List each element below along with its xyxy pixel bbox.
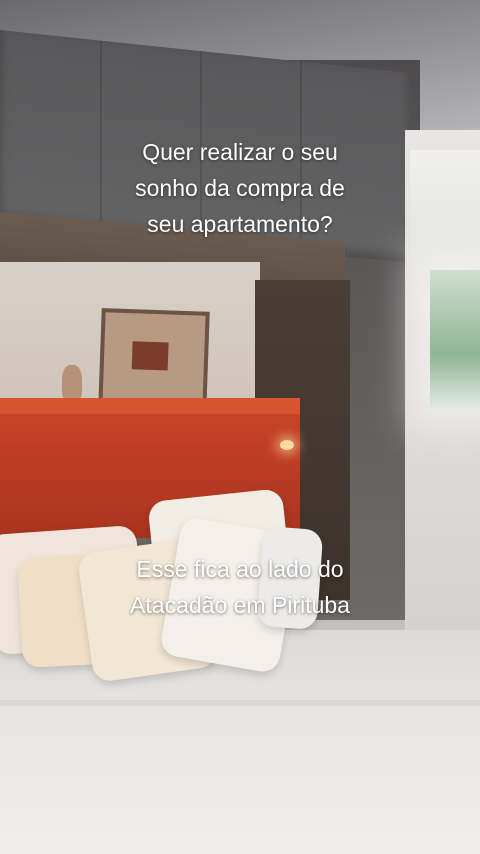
- caption-line: Atacadão em Pirituba: [130, 592, 350, 618]
- picture-frame: [98, 308, 210, 412]
- caption-top: Quer realizar o seu sonho da compra de s…: [40, 134, 440, 242]
- caption-line: sonho da compra de: [135, 175, 345, 201]
- headboard-shelf: [0, 398, 300, 414]
- decor-vase: [62, 365, 82, 400]
- reading-lamp: [280, 440, 294, 450]
- picture-art: [131, 341, 169, 371]
- caption-bottom: Esse fica ao lado do Atacadão em Piritub…: [40, 551, 440, 623]
- bed-edge: [0, 700, 480, 706]
- caption-line: Esse fica ao lado do: [136, 556, 344, 582]
- video-frame: Quer realizar o seu sonho da compra de s…: [0, 0, 480, 854]
- caption-line: Quer realizar o seu: [142, 139, 338, 165]
- caption-line: seu apartamento?: [147, 211, 333, 237]
- window: [430, 270, 480, 410]
